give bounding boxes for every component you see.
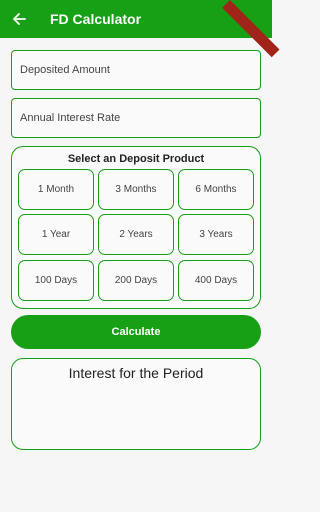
- deposited-amount-input[interactable]: Deposited Amount: [11, 50, 261, 90]
- option-3-months[interactable]: 3 Months: [98, 169, 174, 210]
- annual-interest-rate-input[interactable]: Annual Interest Rate: [11, 98, 261, 138]
- result-title: Interest for the Period: [68, 365, 204, 381]
- option-3-years[interactable]: 3 Years: [178, 214, 254, 255]
- app-title: FD Calculator: [50, 11, 142, 27]
- option-1-month[interactable]: 1 Month: [18, 169, 94, 210]
- option-400-days[interactable]: 400 Days: [178, 260, 254, 301]
- result-panel: Interest for the Period: [11, 358, 261, 450]
- annual-interest-rate-placeholder: Annual Interest Rate: [20, 112, 121, 124]
- arrow-left-icon: [13, 13, 26, 25]
- option-200-days[interactable]: 200 Days: [98, 260, 174, 301]
- option-6-months[interactable]: 6 Months: [178, 169, 254, 210]
- calculate-button[interactable]: Calculate: [11, 315, 261, 349]
- back-button[interactable]: [8, 8, 30, 30]
- deposited-amount-placeholder: Deposited Amount: [20, 64, 110, 76]
- deposit-product-selector: Select an Deposit Product 1 Month 3 Mont…: [11, 146, 261, 309]
- option-1-year[interactable]: 1 Year: [18, 214, 94, 255]
- option-2-years[interactable]: 2 Years: [98, 214, 174, 255]
- deposit-product-title: Select an Deposit Product: [67, 153, 205, 165]
- option-100-days[interactable]: 100 Days: [18, 260, 94, 301]
